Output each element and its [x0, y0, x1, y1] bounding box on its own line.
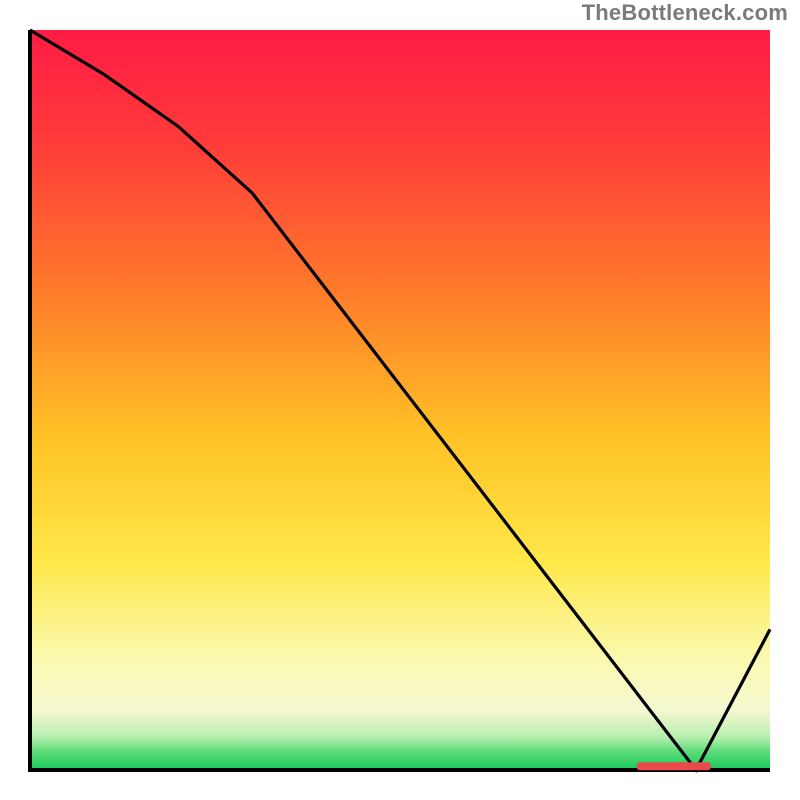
plot-background	[30, 30, 770, 770]
optimal-range-marker	[637, 762, 711, 770]
chart-container: TheBottleneck.com	[0, 0, 800, 800]
bottleneck-chart	[0, 0, 800, 800]
